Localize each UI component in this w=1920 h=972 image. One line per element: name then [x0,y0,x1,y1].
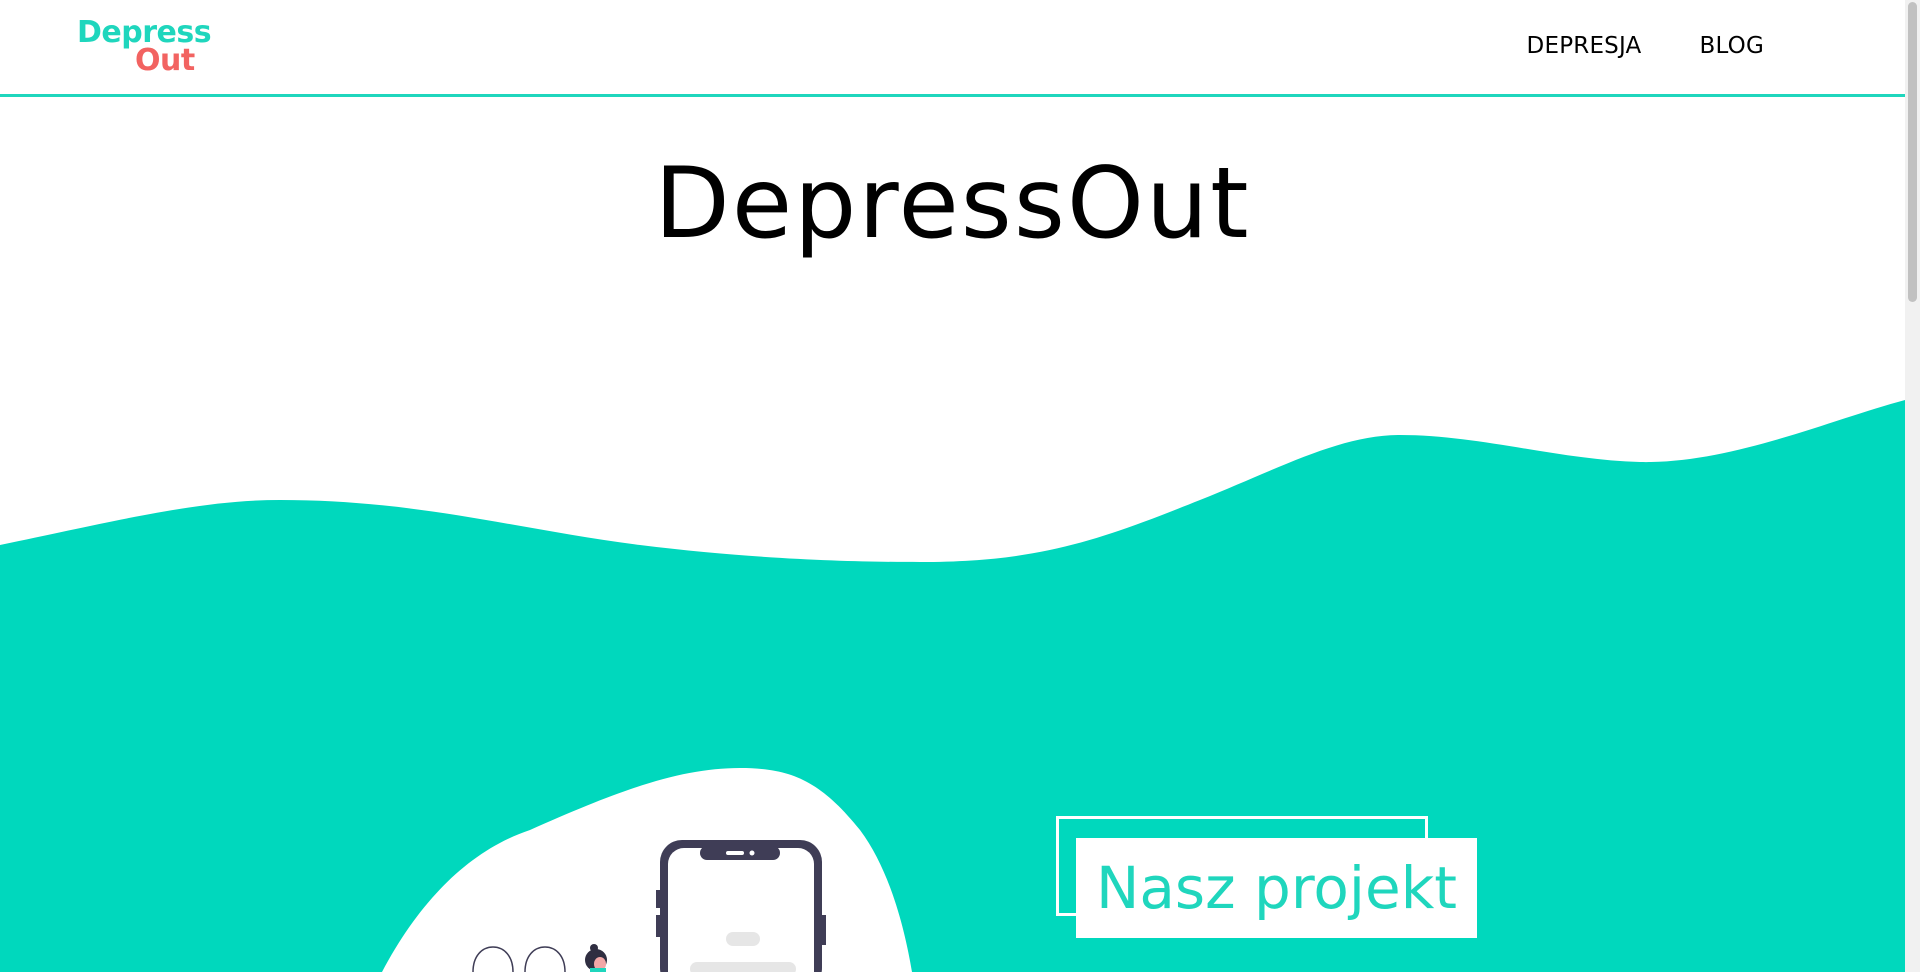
illustration-blob [382,768,912,972]
hero-illustration [382,768,912,972]
nav-link-depresja[interactable]: DEPRESJA [1527,33,1642,59]
logo[interactable]: Depress Out [77,18,212,78]
page-scrollbar[interactable] [1905,0,1920,972]
project-title: Nasz projekt [1076,838,1478,938]
phone-icon [656,840,826,972]
scrollbar-thumb[interactable] [1908,2,1917,302]
page: Depress Out DEPRESJA BLOG DepressOut Nas… [0,0,1920,972]
wave-background [0,400,1905,972]
nav-link-blog[interactable]: BLOG [1700,33,1765,59]
logo-out-text: Out [135,43,195,78]
site-header: Depress Out DEPRESJA BLOG [0,0,1905,97]
main-nav: DEPRESJA BLOG [1527,33,1764,59]
